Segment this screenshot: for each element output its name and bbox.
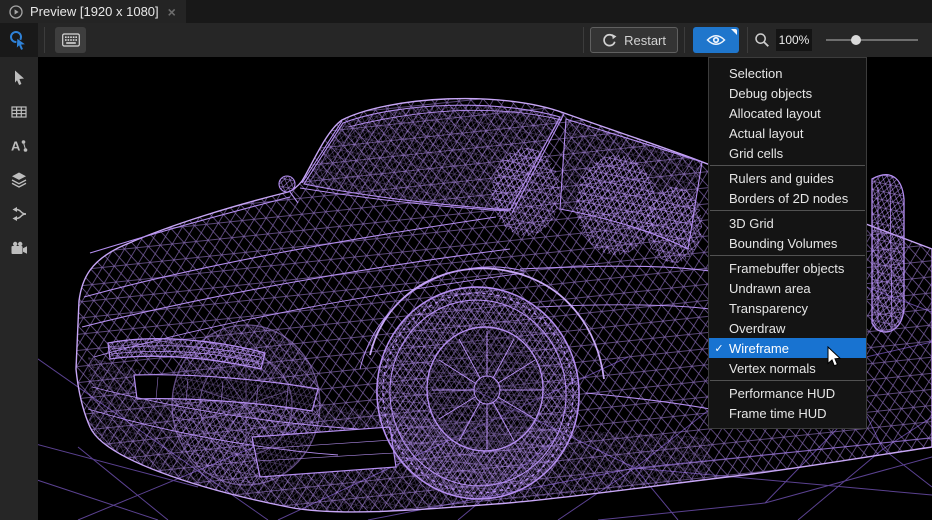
- menu-item-label: Borders of 2D nodes: [729, 191, 848, 206]
- menu-item-label: Transparency: [729, 301, 808, 316]
- menu-item-label: Bounding Volumes: [729, 236, 837, 251]
- tab-title: Preview [1920 x 1080]: [30, 4, 159, 19]
- play-circle-icon: [9, 5, 23, 19]
- sidebar-camera-tool[interactable]: [0, 231, 38, 265]
- camera-icon: [10, 239, 28, 257]
- left-toolbar: A: [0, 57, 38, 520]
- menu-item-label: Allocated layout: [729, 106, 821, 121]
- menu-item-rulers-and-guides[interactable]: Rulers and guides: [709, 168, 866, 188]
- toolbar-separator: [747, 27, 748, 53]
- application-window: Preview [1920 x 1080] ×: [0, 0, 932, 520]
- menu-item-vertex-normals[interactable]: Vertex normals: [709, 358, 866, 378]
- menu-item-overdraw[interactable]: Overdraw: [709, 318, 866, 338]
- menu-item-label: Rulers and guides: [729, 171, 834, 186]
- tab-preview[interactable]: Preview [1920 x 1080] ×: [0, 0, 186, 23]
- keyboard-icon: [62, 33, 80, 47]
- sidebar-layers-tool[interactable]: [0, 163, 38, 197]
- toolbar: Restart 100%: [0, 23, 932, 57]
- menu-item-debug-objects[interactable]: Debug objects: [709, 83, 866, 103]
- menu-item-performance-hud[interactable]: Performance HUD: [709, 383, 866, 403]
- interaction-mode-button[interactable]: [0, 23, 38, 57]
- menu-item-label: Frame time HUD: [729, 406, 827, 421]
- menu-separator: [710, 210, 865, 211]
- menu-item-label: Vertex normals: [729, 361, 816, 376]
- menu-item-label: Selection: [729, 66, 782, 81]
- menu-item-label: Grid cells: [729, 146, 783, 161]
- menu-item-3d-grid[interactable]: 3D Grid: [709, 213, 866, 233]
- sidebar-text-tool[interactable]: A: [0, 129, 38, 163]
- restart-label: Restart: [624, 33, 666, 48]
- menu-separator: [710, 165, 865, 166]
- menu-item-label: Debug objects: [729, 86, 812, 101]
- menu-item-wireframe[interactable]: ✓Wireframe: [709, 338, 866, 358]
- table-icon: [10, 103, 28, 121]
- cursor-click-icon: [8, 29, 30, 51]
- svg-text:A: A: [11, 139, 21, 154]
- menu-item-allocated-layout[interactable]: Allocated layout: [709, 103, 866, 123]
- sidebar-table-tool[interactable]: [0, 95, 38, 129]
- menu-item-frame-time-hud[interactable]: Frame time HUD: [709, 403, 866, 423]
- menu-item-label: Performance HUD: [729, 386, 835, 401]
- zoom-slider[interactable]: [826, 39, 918, 41]
- menu-item-undrawn-area[interactable]: Undrawn area: [709, 278, 866, 298]
- toolbar-separator: [44, 27, 45, 53]
- menu-item-framebuffer-objects[interactable]: Framebuffer objects: [709, 258, 866, 278]
- eye-icon: [706, 33, 726, 47]
- menu-item-label: Framebuffer objects: [729, 261, 844, 276]
- menu-item-borders-of-2d-nodes[interactable]: Borders of 2D nodes: [709, 188, 866, 208]
- branch-icon: [10, 205, 28, 223]
- menu-separator: [710, 380, 865, 381]
- virtual-keyboard-button[interactable]: [55, 27, 86, 53]
- menu-item-transparency[interactable]: Transparency: [709, 298, 866, 318]
- checkmark-icon: ✓: [709, 342, 729, 355]
- toolbar-separator: [583, 27, 584, 53]
- visualization-dropdown-menu: Selection Debug objects Allocated layout Ac…: [708, 57, 867, 429]
- menu-item-label: Overdraw: [729, 321, 785, 336]
- zoom-slider-handle[interactable]: [851, 35, 861, 45]
- menu-separator: [710, 255, 865, 256]
- sidebar-pointer-tool[interactable]: [0, 61, 38, 95]
- pointer-icon: [10, 69, 28, 87]
- menu-item-grid-cells[interactable]: Grid cells: [709, 143, 866, 163]
- menu-item-label: Undrawn area: [729, 281, 811, 296]
- layers-icon: [10, 171, 28, 189]
- menu-item-actual-layout[interactable]: Actual layout: [709, 123, 866, 143]
- restart-button[interactable]: Restart: [590, 27, 678, 53]
- tab-bar: Preview [1920 x 1080] ×: [0, 0, 932, 23]
- zoom-level-field[interactable]: 100%: [776, 29, 812, 51]
- text-node-icon: A: [10, 137, 28, 155]
- menu-item-bounding-volumes[interactable]: Bounding Volumes: [709, 233, 866, 253]
- refresh-icon: [602, 33, 617, 48]
- visualization-menu-button[interactable]: [693, 27, 739, 53]
- sidebar-branch-tool[interactable]: [0, 197, 38, 231]
- menu-item-label: 3D Grid: [729, 216, 774, 231]
- tab-close-icon[interactable]: ×: [168, 5, 176, 19]
- toolbar-separator: [684, 27, 685, 53]
- menu-item-label: Wireframe: [729, 341, 789, 356]
- menu-item-label: Actual layout: [729, 126, 803, 141]
- menu-item-selection[interactable]: Selection: [709, 63, 866, 83]
- magnifier-icon: [754, 32, 770, 48]
